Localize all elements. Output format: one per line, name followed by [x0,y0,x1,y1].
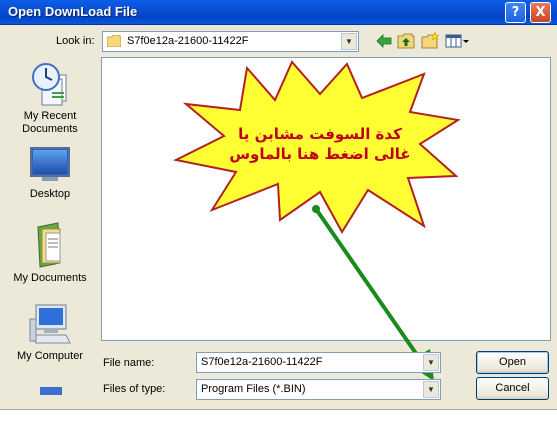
place-my-network-places[interactable] [4,383,96,395]
callout-text: كدة السوفت مشابن يا غالى اضغط هنا بالماو… [200,124,440,164]
place-label-my-documents: My Documents [13,272,87,284]
title-bar: Open DownLoad File ? X [0,0,557,25]
open-button[interactable]: Open [476,351,549,374]
help-button[interactable]: ? [505,2,526,23]
place-label-my-computer: My Computer [16,350,84,362]
callout-line-1: كدة السوفت مشابن يا [238,125,402,143]
folder-icon [107,35,121,47]
help-icon: ? [511,5,520,20]
file-type-label: Files of type: [103,383,166,395]
places-bar: My Recent Documents Desktop My Documents… [4,57,96,395]
cancel-button[interactable]: Cancel [476,377,549,400]
file-type-value: Program Files (*.BIN) [201,383,306,395]
chevron-down-icon[interactable]: ▼ [423,381,439,398]
callout-line-2: غالى اضغط هنا بالماوس [229,145,411,163]
new-folder-icon[interactable] [420,32,440,50]
my-documents-icon [37,222,61,268]
place-label-desktop: Desktop [29,188,71,200]
place-my-documents[interactable]: My Documents [4,221,96,285]
place-label-recent-documents: My Recent Documents [22,110,78,135]
window-title: Open DownLoad File [8,4,138,19]
recent-documents-icon [32,63,67,106]
chevron-down-icon[interactable]: ▼ [341,33,357,50]
look-in-label: Look in: [56,35,95,47]
my-computer-icon [29,304,71,344]
chevron-down-icon[interactable]: ▼ [423,354,439,371]
file-name-label: File name: [103,357,155,369]
desktop-icon [30,147,70,181]
file-name-value: S7f0e12a-21600-11422F [201,356,323,368]
file-name-input[interactable]: S7f0e12a-21600-11422F ▼ [196,352,441,373]
close-button[interactable]: X [530,2,551,23]
look-in-dropdown[interactable]: S7f0e12a-21600-11422F ▼ [102,31,359,52]
back-arrow-icon[interactable] [374,32,394,50]
place-my-computer[interactable]: My Computer [4,301,96,363]
place-recent-documents[interactable]: My Recent Documents [4,61,96,136]
network-places-icon [40,387,62,395]
view-menu-icon[interactable] [444,32,470,50]
place-desktop[interactable]: Desktop [4,145,96,201]
up-folder-icon[interactable] [396,32,416,50]
close-icon: X [535,5,546,20]
file-type-dropdown[interactable]: Program Files (*.BIN) ▼ [196,379,441,400]
look-in-value: S7f0e12a-21600-11422F [127,35,249,47]
bottom-strip [0,409,557,423]
